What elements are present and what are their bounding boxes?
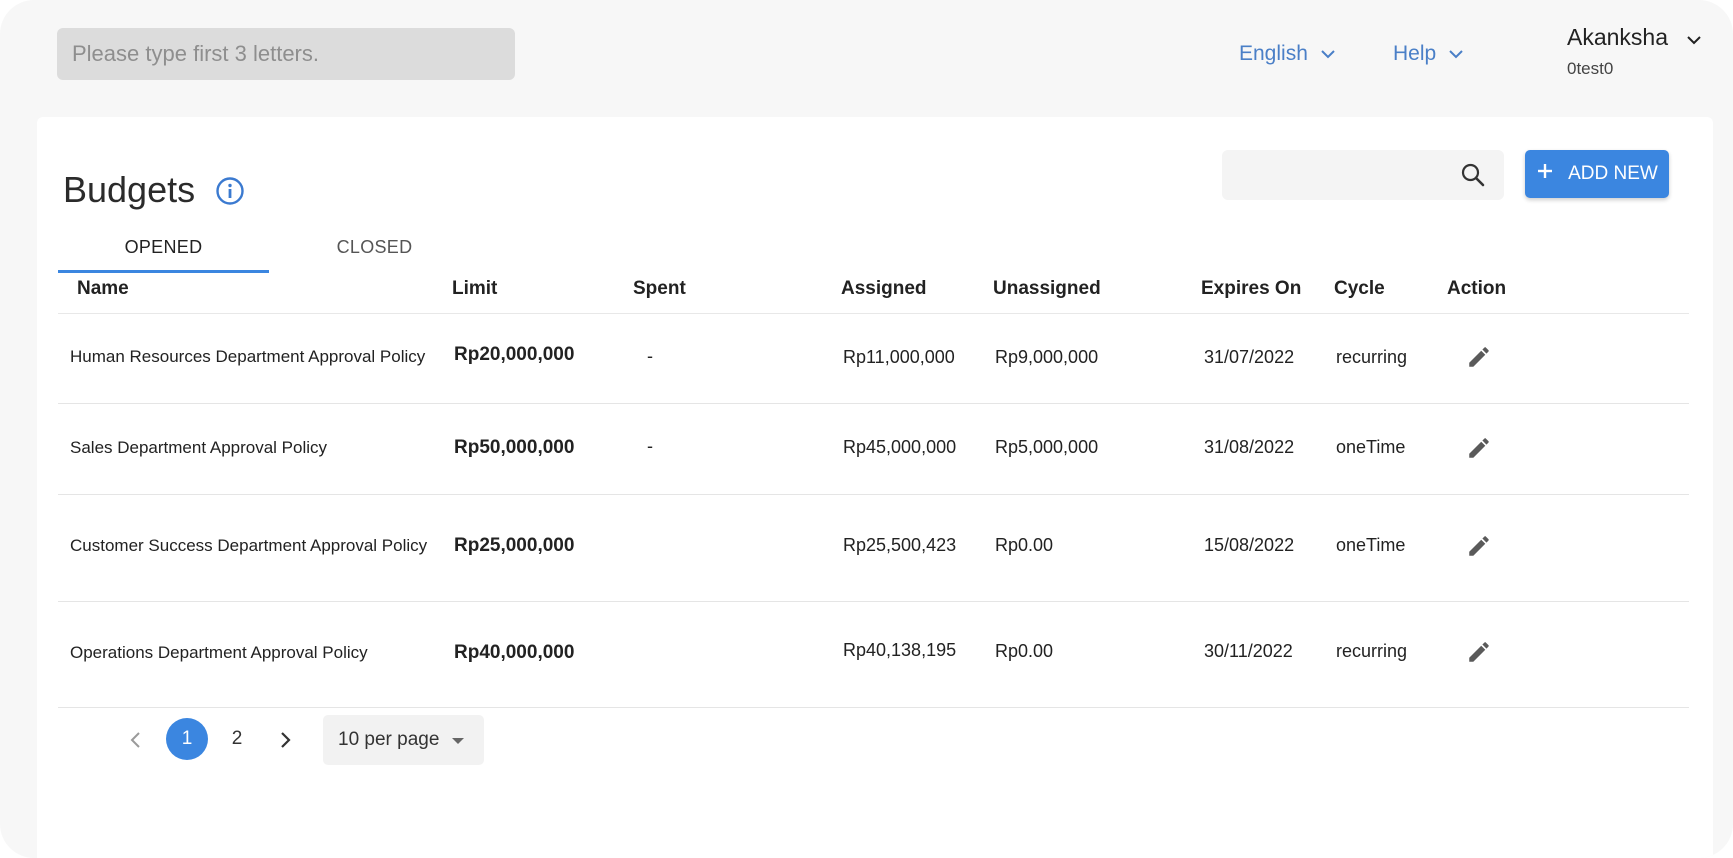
row-spent: -: [647, 346, 653, 366]
row-limit: Rp50,000,000: [454, 437, 575, 458]
pencil-icon[interactable]: [1466, 639, 1492, 670]
row-expires: 31/07/2022: [1204, 347, 1295, 367]
row-limit: Rp40,000,000: [454, 642, 575, 663]
row-assigned: Rp11,000,000: [843, 347, 955, 367]
add-new-button[interactable]: ADD NEW: [1525, 150, 1669, 198]
user-name: Akanksha: [1567, 24, 1669, 50]
chevron-down-icon: [1320, 46, 1336, 62]
language-label: English: [1239, 42, 1308, 65]
row-cycle: recurring: [1336, 641, 1408, 661]
global-search-input[interactable]: [57, 28, 515, 80]
app-frame: English Help Akanksha 0test0 Budgets: [0, 0, 1733, 858]
row-name: Human Resources Department Approval Poli…: [70, 347, 426, 366]
row-unassigned: Rp0.00: [995, 641, 1054, 661]
table-search-input[interactable]: [1222, 150, 1504, 200]
page-button-1[interactable]: 1: [166, 718, 208, 760]
row-unassigned: Rp5,000,000: [995, 437, 1099, 457]
language-selector[interactable]: English: [1239, 40, 1336, 68]
per-page-label: 10 per page: [338, 729, 440, 750]
row-assigned: Rp45,000,000: [843, 437, 957, 457]
row-name: Customer Success Department Approval Pol…: [70, 536, 428, 555]
budgets-table: Name Limit Spent Assigned Unassigned Exp…: [58, 267, 1689, 708]
column-header-unassigned[interactable]: Unassigned: [993, 278, 1101, 300]
pencil-icon[interactable]: [1466, 435, 1492, 466]
row-unassigned: Rp9,000,000: [995, 347, 1099, 367]
chevron-right-icon[interactable]: [273, 728, 297, 752]
row-name: Sales Department Approval Policy: [70, 438, 328, 457]
row-expires: 31/08/2022: [1204, 437, 1295, 457]
row-expires: 30/11/2022: [1204, 641, 1293, 661]
user-menu[interactable]: Akanksha 0test0: [1567, 24, 1702, 79]
help-menu[interactable]: Help: [1393, 40, 1464, 68]
row-limit: Rp20,000,000: [454, 344, 575, 365]
chevron-left-icon[interactable]: [124, 728, 148, 752]
column-header-cycle[interactable]: Cycle: [1334, 278, 1385, 300]
column-header-limit[interactable]: Limit: [452, 278, 497, 300]
search-icon[interactable]: [1460, 162, 1486, 193]
row-limit: Rp25,000,000: [454, 535, 575, 556]
chevron-down-icon: [1448, 46, 1464, 62]
column-header-expires-on[interactable]: Expires On: [1201, 278, 1301, 300]
row-expires: 15/08/2022: [1204, 535, 1295, 555]
pencil-icon[interactable]: [1466, 533, 1492, 564]
column-header-action: Action: [1447, 278, 1507, 299]
budgets-card: Budgets ADD NEW OPENED CLOSED Name Limit…: [37, 117, 1713, 858]
pencil-icon[interactable]: [1466, 344, 1492, 375]
row-assigned: Rp25,500,423: [843, 535, 957, 555]
add-new-label: ADD NEW: [1568, 163, 1658, 184]
row-cycle: recurring: [1336, 347, 1408, 367]
table-row[interactable]: Sales Department Approval Policy Rp50,00…: [58, 404, 1689, 495]
table-row[interactable]: Customer Success Department Approval Pol…: [58, 495, 1689, 602]
column-header-name[interactable]: Name: [77, 278, 129, 300]
table-row[interactable]: Human Resources Department Approval Poli…: [58, 314, 1689, 404]
row-name: Operations Department Approval Policy: [70, 643, 368, 662]
page-title: Budgets: [63, 169, 196, 210]
caret-down-icon: [451, 729, 465, 751]
table-row[interactable]: Operations Department Approval Policy Rp…: [58, 602, 1689, 708]
column-header-assigned[interactable]: Assigned: [841, 278, 927, 300]
row-unassigned: Rp0.00: [995, 535, 1054, 555]
per-page-select[interactable]: 10 per page: [323, 715, 484, 765]
page-button-2[interactable]: 2: [216, 718, 258, 760]
row-cycle: oneTime: [1336, 535, 1406, 555]
user-subtitle: 0test0: [1567, 59, 1614, 78]
row-assigned: Rp40,138,195: [843, 640, 957, 660]
help-label: Help: [1393, 42, 1437, 65]
table-header: Name Limit Spent Assigned Unassigned Exp…: [58, 267, 1689, 314]
pagination: 1 2 10 per page: [69, 715, 669, 765]
column-header-spent[interactable]: Spent: [633, 278, 686, 300]
row-spent: -: [647, 436, 653, 456]
plus-icon: [1536, 162, 1554, 186]
chevron-down-icon: [1686, 24, 1702, 51]
row-cycle: oneTime: [1336, 437, 1406, 457]
top-bar: English Help Akanksha 0test0: [0, 0, 1733, 100]
info-icon[interactable]: [214, 175, 246, 207]
